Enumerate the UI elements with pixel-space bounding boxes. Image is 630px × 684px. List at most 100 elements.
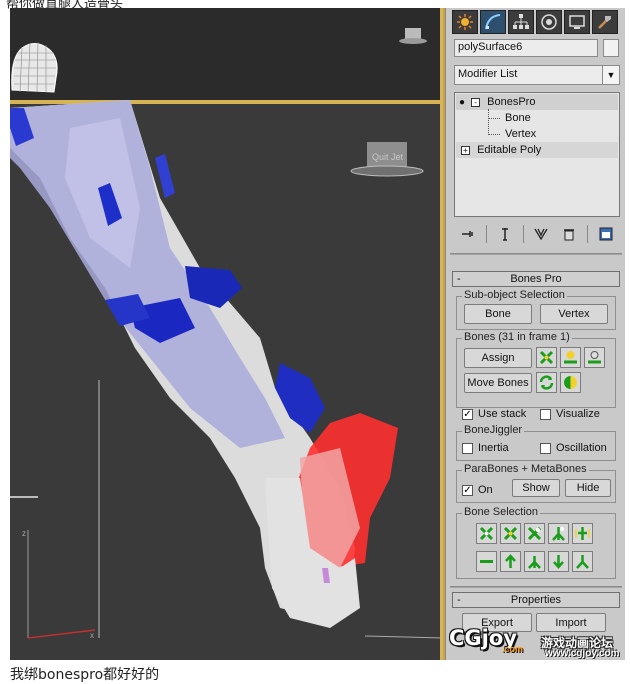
oscillation-checkbox[interactable]: Oscillation bbox=[540, 442, 607, 454]
tab-create[interactable] bbox=[452, 10, 478, 34]
assign-button[interactable]: Assign bbox=[464, 348, 532, 368]
on-check-icon[interactable]: ✓ bbox=[462, 484, 473, 496]
toolbar-separator bbox=[522, 225, 524, 243]
select-same-level-button[interactable] bbox=[476, 551, 497, 572]
tab-display[interactable] bbox=[564, 10, 590, 34]
chevron-down-icon[interactable]: ▼ bbox=[602, 66, 619, 84]
toolbar-separator bbox=[587, 225, 589, 243]
inertia-checkbox[interactable]: Inertia bbox=[462, 442, 509, 454]
inertia-check-icon[interactable] bbox=[462, 442, 473, 454]
tree-branch bbox=[488, 118, 500, 119]
hat-gizmo-top bbox=[399, 28, 427, 44]
visualize-check-icon[interactable] bbox=[540, 408, 551, 420]
bone-tool-3-button[interactable] bbox=[584, 347, 605, 368]
select-invert-bones-button[interactable] bbox=[524, 523, 545, 544]
tab-hierarchy[interactable] bbox=[508, 10, 534, 34]
select-branch-button[interactable] bbox=[572, 523, 593, 544]
pin-icon bbox=[462, 231, 473, 237]
object-name-field[interactable]: polySurface6 bbox=[454, 39, 598, 57]
make-unique-button[interactable] bbox=[531, 225, 551, 243]
bone-tool-1-button[interactable] bbox=[536, 347, 557, 368]
display-icon bbox=[569, 15, 585, 29]
tab-utilities[interactable] bbox=[592, 10, 618, 34]
rollout-properties[interactable]: - Properties bbox=[452, 592, 620, 608]
create-icon bbox=[457, 14, 473, 30]
tab-modify[interactable] bbox=[480, 10, 506, 34]
select-children-button[interactable] bbox=[548, 523, 569, 544]
watermark-url: www.cgjoy.com bbox=[545, 648, 620, 659]
hide-button[interactable]: Hide bbox=[565, 479, 611, 497]
vertex-button[interactable]: Vertex bbox=[540, 304, 608, 324]
svg-text:x: x bbox=[90, 631, 94, 640]
stack-item-editable-poly[interactable]: + Editable Poly bbox=[461, 142, 541, 158]
rollout-properties-title: Properties bbox=[510, 594, 562, 606]
mirror-icon bbox=[564, 376, 577, 389]
perspective-viewport[interactable]: Quit Jet z x bbox=[10, 8, 445, 660]
stack-subitem-bone[interactable]: Bone bbox=[505, 110, 531, 126]
use-stack-check-icon[interactable]: ✓ bbox=[462, 408, 473, 420]
show-end-result-button[interactable] bbox=[495, 225, 515, 243]
select-hierarchy-up-button[interactable] bbox=[524, 551, 545, 572]
move-bones-button[interactable]: Move Bones bbox=[464, 373, 532, 393]
show-button[interactable]: Show bbox=[512, 479, 560, 497]
select-all-icon bbox=[479, 526, 494, 541]
on-label: On bbox=[478, 484, 493, 496]
lightbulb-icon[interactable]: ● bbox=[459, 95, 468, 111]
select-parent-button[interactable] bbox=[500, 551, 521, 572]
bone-cross-icon bbox=[539, 350, 554, 365]
select-invert-icon bbox=[527, 526, 542, 541]
remove-modifier-button[interactable] bbox=[559, 225, 579, 243]
select-all-bones-button[interactable] bbox=[476, 523, 497, 544]
collapse-icon[interactable]: - bbox=[471, 97, 481, 107]
scene-render: Quit Jet z x bbox=[10, 28, 443, 640]
bottom-caption: 我绑bonespro都好好的 bbox=[10, 667, 160, 683]
modifier-stack[interactable]: ● - BonesPro Bone Vertex + Editable Poly bbox=[454, 92, 620, 217]
tab-motion[interactable] bbox=[536, 10, 562, 34]
panel-divider bbox=[450, 586, 622, 588]
select-child-button[interactable] bbox=[548, 551, 569, 572]
toolbar-separator bbox=[485, 225, 487, 243]
stack-item-bonespro[interactable]: ● - BonesPro bbox=[459, 94, 535, 110]
group-label-bonejiggler: BoneJiggler bbox=[462, 424, 525, 436]
oscillation-check-icon[interactable] bbox=[540, 442, 551, 454]
object-color-swatch[interactable] bbox=[603, 39, 619, 57]
command-panel: polySurface6 Modifier List ▼ ● - BonesPr… bbox=[445, 8, 625, 660]
group-bones: Bones (31 in frame 1) Assign Move Bones bbox=[456, 331, 616, 408]
refresh-button[interactable] bbox=[536, 372, 557, 393]
tree-branch bbox=[488, 134, 500, 135]
group-bonejiggler: BoneJiggler Inertia Oscillation bbox=[456, 424, 616, 461]
modifier-list-dropdown[interactable]: Modifier List ▼ bbox=[454, 65, 620, 85]
configure-modifier-sets-button[interactable] bbox=[596, 225, 616, 243]
group-label-bones: Bones (31 in frame 1) bbox=[462, 331, 572, 343]
visualize-checkbox[interactable]: Visualize bbox=[540, 408, 600, 420]
inertia-label: Inertia bbox=[478, 442, 509, 454]
svg-text:z: z bbox=[22, 529, 26, 538]
select-tree-button[interactable] bbox=[572, 551, 593, 572]
select-none-bones-button[interactable] bbox=[500, 523, 521, 544]
hat-label: Quit Jet bbox=[372, 152, 404, 162]
group-label-parabones: ParaBones + MetaBones bbox=[462, 463, 589, 475]
hierarchy-icon bbox=[513, 14, 529, 29]
parabones-on-checkbox[interactable]: ✓ On bbox=[462, 484, 493, 496]
panel-divider bbox=[450, 253, 622, 255]
trash-icon bbox=[564, 229, 575, 241]
rollout-bones-pro[interactable]: - Bones Pro bbox=[452, 271, 620, 287]
group-sub-object-selection: Sub-object Selection Bone Vertex bbox=[456, 289, 616, 330]
bone-tool-2-button[interactable] bbox=[560, 347, 581, 368]
group-label-sub-object: Sub-object Selection bbox=[462, 289, 567, 301]
use-stack-label: Use stack bbox=[478, 408, 527, 420]
same-level-icon bbox=[480, 560, 493, 563]
stack-subitem-vertex[interactable]: Vertex bbox=[505, 126, 536, 142]
wireframe-head bbox=[11, 41, 58, 93]
use-stack-checkbox[interactable]: ✓ Use stack bbox=[462, 408, 526, 420]
expand-icon[interactable]: + bbox=[461, 145, 470, 155]
collapse-icon[interactable]: - bbox=[457, 272, 461, 286]
mirror-button[interactable] bbox=[560, 372, 581, 393]
bone-button[interactable]: Bone bbox=[464, 304, 532, 324]
watermark-com: .com bbox=[502, 644, 524, 654]
collapse-icon[interactable]: - bbox=[457, 593, 461, 607]
tree-icon bbox=[576, 555, 589, 569]
tree-line bbox=[488, 109, 489, 135]
pin-stack-button[interactable] bbox=[458, 225, 478, 243]
stack-toolbar bbox=[454, 223, 620, 245]
